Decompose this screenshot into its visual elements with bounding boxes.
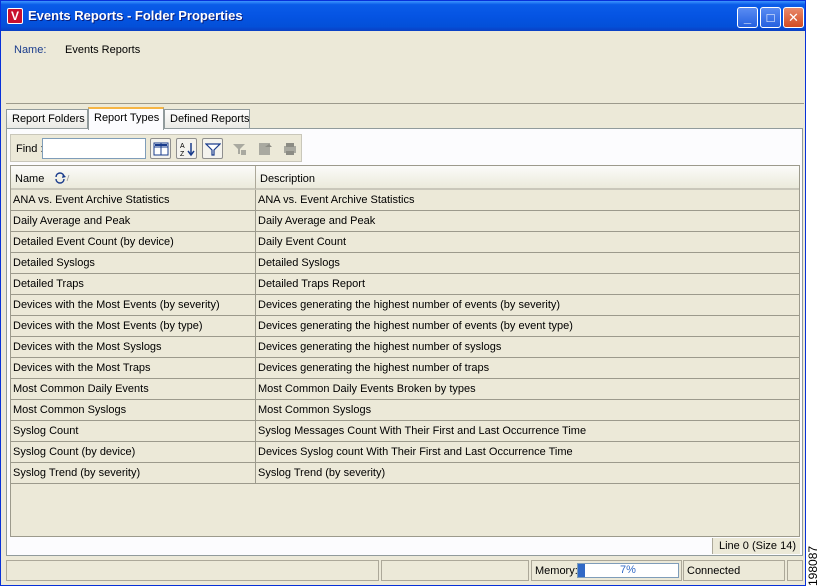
cell-description: Detailed Syslogs: [256, 253, 799, 274]
cell-description: Syslog Trend (by severity): [256, 463, 799, 484]
column-header-label: Name: [15, 173, 45, 185]
status-segment-info: [381, 560, 529, 581]
table-row[interactable]: Daily Average and Peak Daily Average and …: [11, 211, 799, 232]
cell-name: Detailed Syslogs: [11, 253, 256, 274]
cell-description: Devices generating the highest number of…: [256, 316, 799, 337]
find-input[interactable]: [42, 138, 146, 159]
cell-description: ANA vs. Event Archive Statistics: [256, 190, 799, 211]
export-icon: [254, 138, 275, 159]
cell-description: Daily Average and Peak: [256, 211, 799, 232]
memory-bar: 7%: [577, 563, 679, 578]
cell-name: Most Common Syslogs: [11, 400, 256, 421]
cell-description: Devices Syslog count With Their First an…: [256, 442, 799, 463]
cell-name: ANA vs. Event Archive Statistics: [11, 190, 256, 211]
column-header-name[interactable]: Name: [11, 166, 256, 190]
table-row[interactable]: Devices with the Most Traps Devices gener…: [11, 358, 799, 379]
cell-name: Syslog Count (by device): [11, 442, 256, 463]
close-button[interactable]: ✕: [783, 7, 804, 28]
table-row[interactable]: Devices with the Most Events (by type) De…: [11, 316, 799, 337]
filter-clear-icon: [228, 138, 249, 159]
figure-id: 198087: [806, 545, 820, 586]
cell-description: Most Common Syslogs: [256, 400, 799, 421]
sort-ascending-icon: [55, 172, 70, 184]
app-logo-icon: V: [7, 8, 23, 24]
cell-description: Detailed Traps Report: [256, 274, 799, 295]
window-title: Events Reports - Folder Properties: [28, 8, 243, 23]
cell-name: Most Common Daily Events: [11, 379, 256, 400]
cell-name: Syslog Count: [11, 421, 256, 442]
table-row[interactable]: Syslog Count Syslog Messages Count With T…: [11, 421, 799, 442]
table-row[interactable]: Syslog Trend (by severity) Syslog Trend (…: [11, 463, 799, 484]
table-toolbar: Find : AZ: [10, 134, 302, 162]
svg-text:Z: Z: [180, 151, 185, 157]
cell-description: Most Common Daily Events Broken by types: [256, 379, 799, 400]
filter-icon[interactable]: [202, 138, 223, 159]
resize-grip[interactable]: [787, 560, 803, 581]
cell-name: Detailed Event Count (by device): [11, 232, 256, 253]
table-row[interactable]: Detailed Syslogs Detailed Syslogs: [11, 253, 799, 274]
cell-name: Detailed Traps: [11, 274, 256, 295]
table-row[interactable]: Detailed Event Count (by device) Daily Ev…: [11, 232, 799, 253]
cell-description: Devices generating the highest number of…: [256, 358, 799, 379]
line-info: Line 0 (Size 14): [711, 538, 800, 554]
report-types-panel: Find : AZ Name Description ANA vs. Event…: [6, 128, 803, 556]
cell-description: Syslog Messages Count With Their First a…: [256, 421, 799, 442]
table-status: Line 0 (Size 14): [10, 537, 800, 554]
name-value: Events Reports: [65, 44, 141, 56]
properties-header: Name: Events Reports: [6, 34, 804, 104]
sort-az-icon[interactable]: AZ: [176, 138, 197, 159]
cell-description: Daily Event Count: [256, 232, 799, 253]
table-row[interactable]: Most Common Syslogs Most Common Syslogs: [11, 400, 799, 421]
table-row[interactable]: Devices with the Most Events (by severit…: [11, 295, 799, 316]
table-row[interactable]: Syslog Count (by device) Devices Syslog c…: [11, 442, 799, 463]
memory-percent: 7%: [620, 564, 636, 576]
cell-name: Devices with the Most Events (by severit…: [11, 295, 256, 316]
svg-text:A: A: [180, 143, 185, 150]
title-bar[interactable]: V Events Reports - Folder Properties _ □…: [1, 1, 805, 31]
find-label: Find :: [16, 143, 44, 155]
column-chooser-icon[interactable]: [150, 138, 171, 159]
cell-description: Devices generating the highest number of…: [256, 295, 799, 316]
status-bar: Memory: 7% Connected: [6, 560, 804, 581]
table-row[interactable]: Devices with the Most Syslogs Devices gen…: [11, 337, 799, 358]
tab-defined-reports[interactable]: Defined Reports: [164, 109, 250, 129]
minimize-button[interactable]: _: [737, 7, 758, 28]
tab-report-folders[interactable]: Report Folders: [6, 109, 88, 129]
table-header: Name Description: [11, 166, 799, 190]
table-row[interactable]: ANA vs. Event Archive Statistics ANA vs. …: [11, 190, 799, 211]
maximize-button[interactable]: □: [760, 7, 781, 28]
folder-properties-window: V Events Reports - Folder Properties _ □…: [0, 0, 806, 586]
column-header-description[interactable]: Description: [256, 166, 799, 190]
report-types-table: Name Description ANA vs. Event Archive S…: [10, 165, 800, 537]
memory-label: Memory:: [535, 565, 578, 577]
cell-name: Devices with the Most Events (by type): [11, 316, 256, 337]
connection-status: Connected: [683, 560, 785, 581]
table-row[interactable]: Detailed Traps Detailed Traps Report: [11, 274, 799, 295]
cell-name: Devices with the Most Syslogs: [11, 337, 256, 358]
cell-name: Daily Average and Peak: [11, 211, 256, 232]
cell-name: Syslog Trend (by severity): [11, 463, 256, 484]
memory-indicator: Memory: 7%: [531, 560, 682, 581]
table-row[interactable]: Most Common Daily Events Most Common Dail…: [11, 379, 799, 400]
name-label: Name:: [14, 44, 47, 56]
cell-description: Devices generating the highest number of…: [256, 337, 799, 358]
tab-report-types[interactable]: Report Types: [88, 107, 164, 130]
print-icon: [279, 138, 300, 159]
status-segment-message: [6, 560, 379, 581]
cell-name: Devices with the Most Traps: [11, 358, 256, 379]
